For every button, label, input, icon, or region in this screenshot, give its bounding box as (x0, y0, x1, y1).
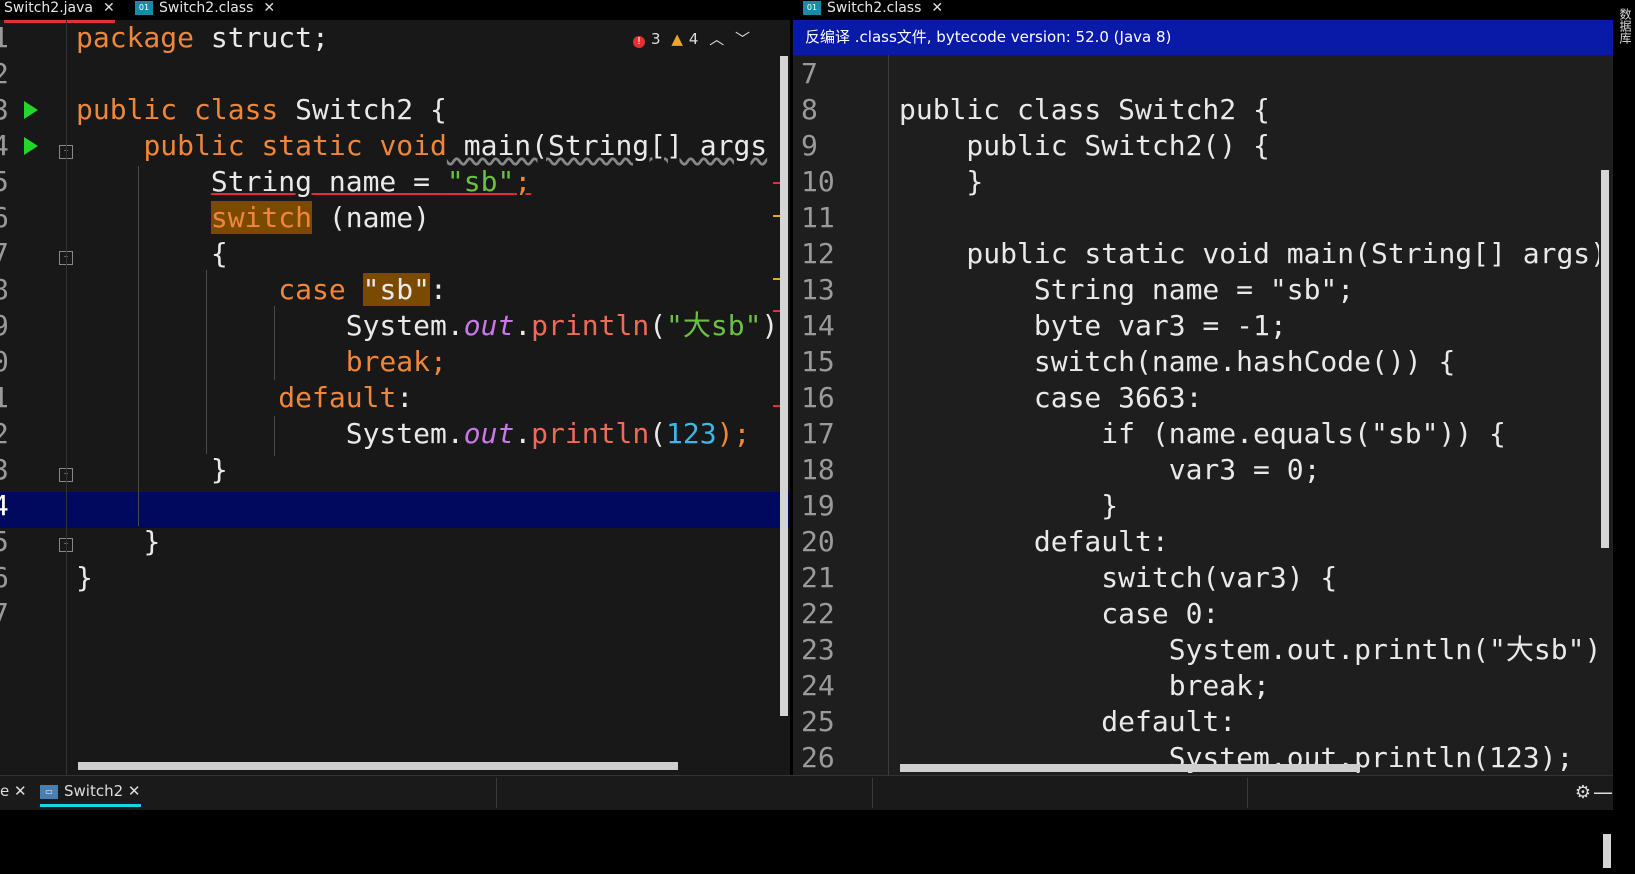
gear-icon[interactable]: ⚙ (1575, 782, 1591, 803)
close-icon[interactable]: ✕ (263, 0, 275, 16)
right-tool-strip: 数据库 (1613, 0, 1635, 874)
horizontal-scrollbar[interactable] (900, 764, 1360, 772)
decompiled-code[interactable]: public class Switch2 { public Switch2() … (899, 56, 1599, 774)
tab-switch2-class[interactable]: 01 Switch2.class ✕ (135, 0, 275, 20)
divider (872, 778, 873, 808)
line-numbers: 7 8 9 10 11 12 13 14 15 16 17 18 19 20 2… (801, 57, 835, 774)
right-tab-bar: 01 Switch2.class ✕ (793, 0, 1613, 23)
vertical-scrollbar[interactable] (1603, 834, 1611, 868)
tab-run-switch2[interactable]: ▭ Switch2 ✕ (40, 782, 141, 807)
class-file-icon: 01 (803, 1, 821, 15)
close-icon[interactable]: ✕ (931, 0, 943, 16)
close-icon[interactable]: ✕ (128, 782, 141, 800)
close-icon[interactable]: ✕ (14, 782, 27, 800)
gutter-separator (888, 55, 889, 775)
run-main-icon[interactable] (24, 137, 38, 155)
tab-label: Switch2.class (159, 0, 254, 16)
run-class-icon[interactable] (24, 101, 38, 119)
run-config-icon: ▭ (40, 784, 58, 799)
run-tool-window-header: e ✕ ▭ Switch2 ✕ ⚙ — (0, 775, 1613, 810)
minimize-icon[interactable]: — (1593, 780, 1613, 804)
left-tab-bar: Switch2.java ✕ 01 Switch2.class ✕ (0, 0, 790, 23)
decompiled-banner: 反编译 .class文件, bytecode version: 52.0 (Ja… (793, 20, 1613, 55)
database-tool-button[interactable]: 数据库 (1617, 8, 1634, 44)
java-source-code[interactable]: package struct; public class Switch2 { p… (76, 20, 778, 596)
left-editor[interactable]: Switch2.java ✕ 01 Switch2.class ✕ ! 3 ▲ 4 ︿ ﹀… (0, 0, 790, 775)
divider (1247, 778, 1248, 808)
gutter-separator (66, 20, 67, 775)
run-console-output[interactable] (0, 810, 1613, 874)
close-icon[interactable]: ✕ (103, 0, 115, 16)
horizontal-scrollbar[interactable] (78, 762, 678, 770)
tab-previous[interactable]: e ✕ (0, 782, 27, 800)
line-numbers: 1 2 3 4 5 6 7 8 9 0 1 2 3 4 5 6 7 (0, 21, 9, 630)
divider (496, 778, 497, 808)
tab-label: Switch2.class (827, 0, 922, 16)
vertical-scrollbar[interactable] (1601, 170, 1609, 548)
class-file-icon: 01 (135, 1, 153, 15)
vertical-scrollbar[interactable] (780, 56, 788, 716)
tab-label: Switch2.java (4, 0, 93, 16)
right-editor[interactable]: 01 Switch2.class ✕ 反编译 .class文件, bytecode … (793, 0, 1613, 775)
